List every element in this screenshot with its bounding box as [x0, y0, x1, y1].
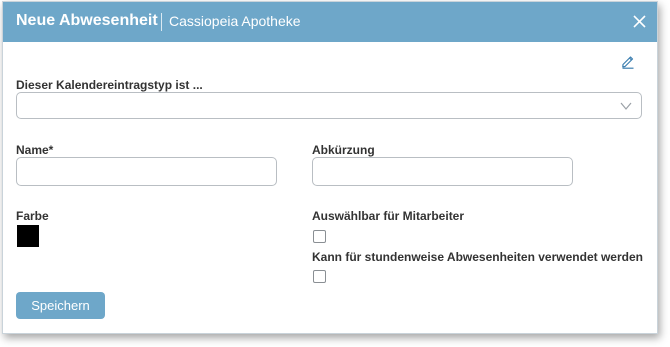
hourly-label: Kann für stundenweise Abwesenheiten verw… — [312, 250, 643, 264]
selectable-label: Auswählbar für Mitarbeiter — [312, 209, 465, 223]
abbreviation-label: Abkürzung — [312, 143, 375, 157]
title-separator — [161, 13, 162, 31]
hourly-checkbox[interactable] — [313, 270, 326, 283]
pencil-icon — [622, 56, 634, 69]
save-button[interactable]: Speichern — [16, 292, 105, 319]
edit-button[interactable] — [620, 53, 636, 69]
name-input[interactable] — [16, 157, 277, 186]
type-label: Dieser Kalendereintragstyp ist ... — [16, 78, 203, 92]
dialog-header: Neue Abwesenheit Cassiopeia Apotheke — [3, 2, 657, 42]
abbreviation-input[interactable] — [312, 157, 573, 186]
type-select[interactable] — [16, 92, 642, 119]
selectable-checkbox[interactable] — [313, 230, 326, 243]
chevron-down-icon — [620, 102, 632, 110]
color-label: Farbe — [16, 209, 49, 223]
close-button[interactable] — [626, 10, 652, 34]
absence-dialog: Neue Abwesenheit Cassiopeia Apotheke Die… — [2, 1, 658, 334]
name-label: Name* — [16, 143, 54, 157]
color-swatch[interactable] — [17, 225, 39, 247]
dialog-title: Neue Abwesenheit — [16, 12, 158, 29]
dialog-subtitle: Cassiopeia Apotheke — [169, 13, 301, 29]
close-icon — [633, 15, 646, 28]
